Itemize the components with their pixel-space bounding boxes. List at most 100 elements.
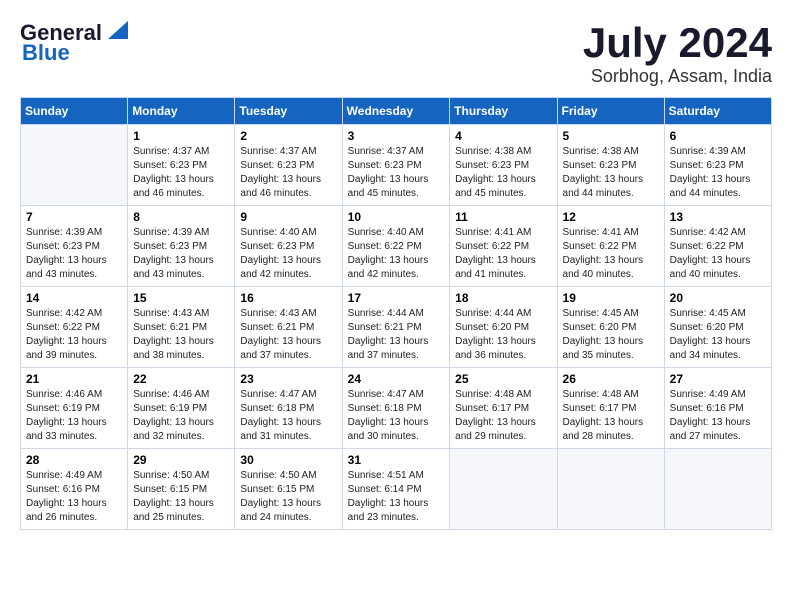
day-info: Sunrise: 4:43 AM Sunset: 6:21 PM Dayligh… bbox=[133, 307, 229, 363]
logo-blue: Blue bbox=[22, 40, 70, 66]
day-of-week-header: Saturday bbox=[664, 98, 771, 125]
day-number: 17 bbox=[348, 291, 445, 305]
day-info: Sunrise: 4:50 AM Sunset: 6:15 PM Dayligh… bbox=[133, 469, 229, 525]
day-number: 3 bbox=[348, 129, 445, 143]
page-header: General Blue July 2024 Sorbhog, Assam, I… bbox=[20, 20, 772, 87]
day-info: Sunrise: 4:47 AM Sunset: 6:18 PM Dayligh… bbox=[240, 388, 336, 444]
day-number: 23 bbox=[240, 372, 336, 386]
day-number: 15 bbox=[133, 291, 229, 305]
calendar-cell: 10Sunrise: 4:40 AM Sunset: 6:22 PM Dayli… bbox=[342, 206, 450, 287]
day-info: Sunrise: 4:39 AM Sunset: 6:23 PM Dayligh… bbox=[670, 145, 766, 201]
calendar-cell: 17 Sunrise: 4:44 AM Sunset: 6:21 PM Dayli… bbox=[342, 287, 450, 368]
calendar-cell bbox=[21, 125, 128, 206]
calendar-cell: 5 Sunrise: 4:38 AM Sunset: 6:23 PM Daylig… bbox=[557, 125, 664, 206]
calendar-cell: 27 Sunrise: 4:49 AM Sunset: 6:16 PM Dayli… bbox=[664, 368, 771, 449]
calendar-cell: 11Sunrise: 4:41 AM Sunset: 6:22 PM Dayli… bbox=[450, 206, 557, 287]
day-info: Sunrise: 4:39 AM Sunset: 6:23 PM Dayligh… bbox=[133, 226, 229, 282]
calendar-week-row: 7 Sunrise: 4:39 AM Sunset: 6:23 PM Daylig… bbox=[21, 206, 772, 287]
day-info: Sunrise: 4:46 AM Sunset: 6:19 PM Dayligh… bbox=[26, 388, 122, 444]
calendar-cell: 1 Sunrise: 4:37 AM Sunset: 6:23 PM Daylig… bbox=[128, 125, 235, 206]
calendar-cell: 2Sunrise: 4:37 AM Sunset: 6:23 PM Daylig… bbox=[235, 125, 342, 206]
day-info: Sunrise: 4:38 AM Sunset: 6:23 PM Dayligh… bbox=[455, 145, 551, 201]
calendar-cell: 9 Sunrise: 4:40 AM Sunset: 6:23 PM Daylig… bbox=[235, 206, 342, 287]
day-info: Sunrise: 4:37 AM Sunset: 6:23 PM Dayligh… bbox=[133, 145, 229, 201]
calendar-cell: 4 Sunrise: 4:38 AM Sunset: 6:23 PM Daylig… bbox=[450, 125, 557, 206]
day-number: 13 bbox=[670, 210, 766, 224]
calendar-cell: 23 Sunrise: 4:47 AM Sunset: 6:18 PM Dayli… bbox=[235, 368, 342, 449]
day-info: Sunrise: 4:44 AM Sunset: 6:21 PM Dayligh… bbox=[348, 307, 445, 363]
day-number: 25 bbox=[455, 372, 551, 386]
day-info: Sunrise: 4:48 AM Sunset: 6:17 PM Dayligh… bbox=[563, 388, 659, 444]
day-info: Sunrise: 4:46 AM Sunset: 6:19 PM Dayligh… bbox=[133, 388, 229, 444]
calendar-table: SundayMondayTuesdayWednesdayThursdayFrid… bbox=[20, 97, 772, 530]
day-number: 2 bbox=[240, 129, 336, 143]
calendar-cell bbox=[557, 449, 664, 530]
calendar-cell: 24 Sunrise: 4:47 AM Sunset: 6:18 PM Dayli… bbox=[342, 368, 450, 449]
day-number: 27 bbox=[670, 372, 766, 386]
calendar-cell: 12 Sunrise: 4:41 AM Sunset: 6:22 PM Dayli… bbox=[557, 206, 664, 287]
subtitle: Sorbhog, Assam, India bbox=[583, 66, 772, 87]
calendar-header: SundayMondayTuesdayWednesdayThursdayFrid… bbox=[21, 98, 772, 125]
calendar-week-row: 14 Sunrise: 4:42 AM Sunset: 6:22 PM Dayli… bbox=[21, 287, 772, 368]
calendar-week-row: 21Sunrise: 4:46 AM Sunset: 6:19 PM Dayli… bbox=[21, 368, 772, 449]
calendar-cell: 7 Sunrise: 4:39 AM Sunset: 6:23 PM Daylig… bbox=[21, 206, 128, 287]
day-info: Sunrise: 4:38 AM Sunset: 6:23 PM Dayligh… bbox=[563, 145, 659, 201]
day-info: Sunrise: 4:42 AM Sunset: 6:22 PM Dayligh… bbox=[670, 226, 766, 282]
calendar-week-row: 28 Sunrise: 4:49 AM Sunset: 6:16 PM Dayli… bbox=[21, 449, 772, 530]
calendar-cell: 21Sunrise: 4:46 AM Sunset: 6:19 PM Dayli… bbox=[21, 368, 128, 449]
day-number: 1 bbox=[133, 129, 229, 143]
day-number: 6 bbox=[670, 129, 766, 143]
day-info: Sunrise: 4:47 AM Sunset: 6:18 PM Dayligh… bbox=[348, 388, 445, 444]
day-number: 9 bbox=[240, 210, 336, 224]
calendar-cell: 31 Sunrise: 4:51 AM Sunset: 6:14 PM Dayli… bbox=[342, 449, 450, 530]
day-info: Sunrise: 4:51 AM Sunset: 6:14 PM Dayligh… bbox=[348, 469, 445, 525]
day-number: 31 bbox=[348, 453, 445, 467]
days-of-week-row: SundayMondayTuesdayWednesdayThursdayFrid… bbox=[21, 98, 772, 125]
day-info: Sunrise: 4:45 AM Sunset: 6:20 PM Dayligh… bbox=[670, 307, 766, 363]
day-info: Sunrise: 4:50 AM Sunset: 6:15 PM Dayligh… bbox=[240, 469, 336, 525]
day-info: Sunrise: 4:49 AM Sunset: 6:16 PM Dayligh… bbox=[26, 469, 122, 525]
day-number: 18 bbox=[455, 291, 551, 305]
day-info: Sunrise: 4:44 AM Sunset: 6:20 PM Dayligh… bbox=[455, 307, 551, 363]
day-number: 22 bbox=[133, 372, 229, 386]
day-info: Sunrise: 4:39 AM Sunset: 6:23 PM Dayligh… bbox=[26, 226, 122, 282]
calendar-cell: 6 Sunrise: 4:39 AM Sunset: 6:23 PM Daylig… bbox=[664, 125, 771, 206]
day-number: 5 bbox=[563, 129, 659, 143]
day-number: 4 bbox=[455, 129, 551, 143]
day-info: Sunrise: 4:49 AM Sunset: 6:16 PM Dayligh… bbox=[670, 388, 766, 444]
day-of-week-header: Monday bbox=[128, 98, 235, 125]
calendar-cell: 28 Sunrise: 4:49 AM Sunset: 6:16 PM Dayli… bbox=[21, 449, 128, 530]
day-number: 26 bbox=[563, 372, 659, 386]
day-number: 19 bbox=[563, 291, 659, 305]
day-number: 24 bbox=[348, 372, 445, 386]
calendar-cell: 8 Sunrise: 4:39 AM Sunset: 6:23 PM Daylig… bbox=[128, 206, 235, 287]
day-info: Sunrise: 4:40 AM Sunset: 6:23 PM Dayligh… bbox=[240, 226, 336, 282]
day-info: Sunrise: 4:41 AM Sunset: 6:22 PM Dayligh… bbox=[455, 226, 551, 282]
day-info: Sunrise: 4:43 AM Sunset: 6:21 PM Dayligh… bbox=[240, 307, 336, 363]
logo-arrow-icon bbox=[104, 17, 132, 45]
day-number: 8 bbox=[133, 210, 229, 224]
day-number: 7 bbox=[26, 210, 122, 224]
calendar-cell bbox=[664, 449, 771, 530]
calendar-cell: 15 Sunrise: 4:43 AM Sunset: 6:21 PM Dayli… bbox=[128, 287, 235, 368]
calendar-cell: 29Sunrise: 4:50 AM Sunset: 6:15 PM Dayli… bbox=[128, 449, 235, 530]
day-number: 14 bbox=[26, 291, 122, 305]
calendar-cell: 25 Sunrise: 4:48 AM Sunset: 6:17 PM Dayli… bbox=[450, 368, 557, 449]
title-block: July 2024 Sorbhog, Assam, India bbox=[583, 20, 772, 87]
calendar-cell: 14 Sunrise: 4:42 AM Sunset: 6:22 PM Dayli… bbox=[21, 287, 128, 368]
day-info: Sunrise: 4:48 AM Sunset: 6:17 PM Dayligh… bbox=[455, 388, 551, 444]
day-number: 20 bbox=[670, 291, 766, 305]
calendar-cell: 18 Sunrise: 4:44 AM Sunset: 6:20 PM Dayli… bbox=[450, 287, 557, 368]
day-number: 12 bbox=[563, 210, 659, 224]
day-of-week-header: Wednesday bbox=[342, 98, 450, 125]
calendar-cell: 26 Sunrise: 4:48 AM Sunset: 6:17 PM Dayli… bbox=[557, 368, 664, 449]
calendar-cell bbox=[450, 449, 557, 530]
day-number: 30 bbox=[240, 453, 336, 467]
day-info: Sunrise: 4:37 AM Sunset: 6:23 PM Dayligh… bbox=[348, 145, 445, 201]
day-of-week-header: Sunday bbox=[21, 98, 128, 125]
day-number: 28 bbox=[26, 453, 122, 467]
calendar-body: 1 Sunrise: 4:37 AM Sunset: 6:23 PM Daylig… bbox=[21, 125, 772, 530]
day-info: Sunrise: 4:41 AM Sunset: 6:22 PM Dayligh… bbox=[563, 226, 659, 282]
calendar-cell: 30 Sunrise: 4:50 AM Sunset: 6:15 PM Dayli… bbox=[235, 449, 342, 530]
day-info: Sunrise: 4:42 AM Sunset: 6:22 PM Dayligh… bbox=[26, 307, 122, 363]
